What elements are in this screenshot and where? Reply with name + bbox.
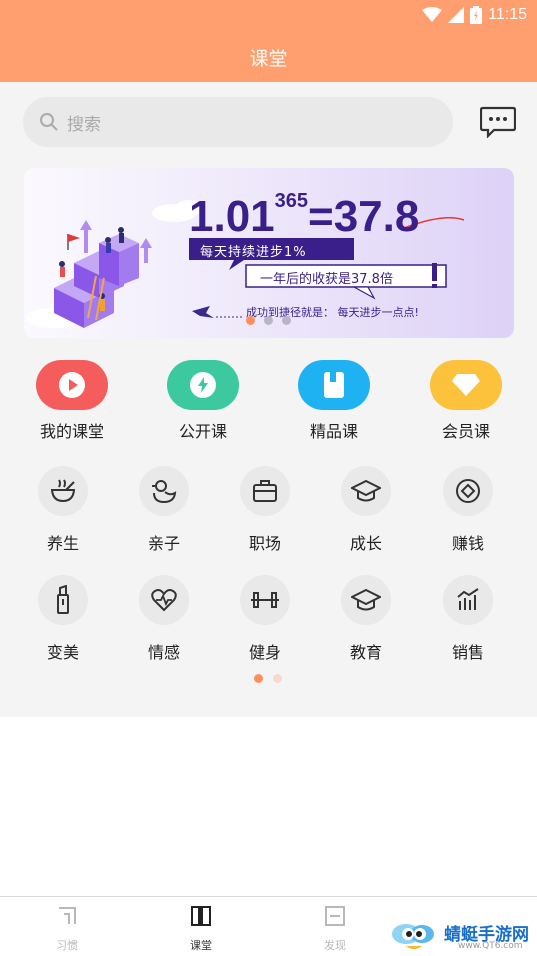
subcategory-circle: [443, 575, 493, 625]
category-pager: [254, 674, 282, 683]
main-categories: 我的课堂 公开课 精品课 会员课: [0, 360, 537, 442]
subcategory-circle: [38, 466, 88, 516]
subcategory-education[interactable]: 教育: [321, 575, 411, 663]
category-label: 会员课: [441, 422, 490, 441]
subcategory-label: 亲子: [147, 534, 180, 553]
nav-label: 发现: [324, 939, 346, 952]
subcategory-sales[interactable]: 销售: [423, 575, 513, 663]
briefcase-icon: [253, 480, 277, 502]
formula-exponent: 365: [274, 190, 309, 212]
category-pill: [298, 360, 370, 410]
banner-pager: [246, 316, 291, 325]
message-icon[interactable]: [480, 106, 516, 138]
coin-icon: [456, 479, 480, 503]
nav-habit[interactable]: 习惯: [37, 905, 97, 953]
battery-icon: [470, 6, 483, 24]
lipstick-icon: [57, 585, 69, 614]
nav-label: 课堂: [190, 939, 212, 952]
book-icon: [324, 372, 344, 398]
subcategory-fitness[interactable]: 健身: [220, 575, 310, 663]
search-placeholder: 搜索: [67, 114, 101, 135]
category-vip-class[interactable]: 会员课: [411, 360, 521, 442]
subcategory-circle: [139, 575, 189, 625]
subcategory-label: 成长: [349, 534, 382, 553]
main-content: 搜索 1.01365=37.8 每天持续进步1% 一年后的收获是37.8倍 成功…: [0, 82, 537, 717]
category-label: 精品课: [309, 422, 358, 441]
subcategory-circle: [443, 466, 493, 516]
subcategory-circle: [341, 575, 391, 625]
status-bar: 11:15: [0, 0, 537, 32]
subcategory-label: 情感: [147, 643, 180, 662]
status-time: 11:15: [488, 6, 527, 23]
duck-icon: [152, 480, 177, 504]
heart-pulse-icon: [151, 589, 177, 612]
play-icon: [59, 372, 85, 398]
subcategory-health[interactable]: 养生: [18, 466, 108, 554]
formula-result: =37.8: [308, 192, 420, 241]
subcategory-parenting[interactable]: 亲子: [119, 466, 209, 554]
subcategory-label: 赚钱: [451, 534, 484, 553]
discover-icon: [325, 906, 345, 926]
dragonfly-logo: [392, 924, 434, 949]
subcategory-label: 健身: [248, 643, 281, 662]
diamond-icon: [452, 374, 480, 396]
banner-line1: 每天持续进步1%: [200, 245, 307, 260]
chart-icon: [457, 588, 479, 610]
wifi-icon: [422, 7, 443, 22]
subcategory-label: 养生: [46, 534, 79, 553]
nav-classroom[interactable]: 课堂: [171, 905, 231, 953]
banner-line2: 一年后的收获是37.8倍: [260, 272, 393, 287]
watermark-logo: 蜻蜓手游网 www.QT6.com: [388, 918, 536, 954]
lightning-icon: [190, 372, 216, 398]
subcategory-money[interactable]: 赚钱: [423, 466, 513, 554]
subcategory-growth[interactable]: 成长: [321, 466, 411, 554]
subcategory-emotion[interactable]: 情感: [119, 575, 209, 663]
nav-discover[interactable]: 发现: [305, 905, 365, 953]
banner-formula: 1.01365=37.8: [189, 190, 419, 242]
category-pill: [430, 360, 502, 410]
subcategory-circle: [341, 466, 391, 516]
subcategory-label: 职场: [248, 534, 281, 553]
banner-dot[interactable]: [282, 316, 291, 325]
page-title: 课堂: [249, 47, 288, 70]
category-label: 我的课堂: [39, 422, 104, 441]
category-premium-class[interactable]: 精品课: [279, 360, 389, 442]
category-pill: [36, 360, 108, 410]
subcategory-label: 教育: [349, 643, 382, 662]
subcategory-circle: [38, 575, 88, 625]
subcategory-career[interactable]: 职场: [220, 466, 310, 554]
category-label: 公开课: [178, 422, 227, 441]
pager-dot[interactable]: [254, 674, 263, 683]
pager-dot[interactable]: [273, 674, 282, 683]
dumbbell-icon: [251, 592, 279, 608]
subcategory-circle: [240, 575, 290, 625]
habit-icon: [59, 907, 76, 924]
nav-label: 习惯: [56, 939, 78, 952]
subcategory-label: 变美: [46, 643, 79, 662]
search-icon: [40, 113, 58, 131]
title-bar: 课堂: [0, 32, 537, 82]
bowl-icon: [50, 479, 76, 503]
category-pill: [167, 360, 239, 410]
banner-dot[interactable]: [246, 316, 255, 325]
subcategory-circle: [139, 466, 189, 516]
subcategory-label: 销售: [451, 643, 484, 662]
signal-icon: [448, 7, 465, 23]
formula-base: 1.01: [189, 192, 275, 241]
classroom-icon: [191, 906, 211, 926]
status-icons: 11:15: [422, 6, 527, 24]
category-open-class[interactable]: 公开课: [148, 360, 258, 442]
graduation-cap-icon: [351, 588, 381, 611]
subcategory-circle: [240, 466, 290, 516]
graduation-cap-icon: [351, 479, 381, 502]
search-input[interactable]: 搜索: [23, 97, 453, 147]
watermark-url: www.QT6.com: [458, 941, 523, 951]
promo-banner[interactable]: 1.01365=37.8 每天持续进步1% 一年后的收获是37.8倍 成功到捷径…: [24, 168, 514, 338]
banner-dot[interactable]: [264, 316, 273, 325]
category-my-class[interactable]: 我的课堂: [17, 360, 127, 442]
subcategory-beauty[interactable]: 变美: [18, 575, 108, 663]
